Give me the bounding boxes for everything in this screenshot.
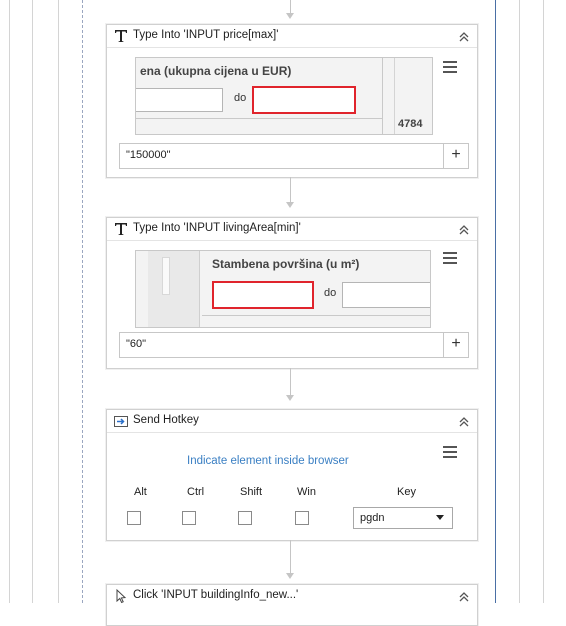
connector-line bbox=[290, 540, 291, 574]
key-select[interactable]: pgdn bbox=[353, 507, 453, 529]
screenshot-highlighted-input bbox=[252, 86, 356, 114]
screenshot-divider bbox=[136, 118, 382, 119]
activity-click-building-info[interactable]: Click 'INPUT buildingInfo_new...' bbox=[106, 584, 478, 626]
options-menu-icon[interactable] bbox=[441, 446, 459, 460]
element-screenshot: ena (ukupna cijena u EUR) do 4784 bbox=[135, 57, 433, 135]
activity-title: Type Into 'INPUT price[max]' bbox=[133, 29, 279, 41]
screenshot-divider bbox=[382, 58, 383, 134]
type-into-icon bbox=[115, 223, 127, 235]
ctrl-label: Ctrl bbox=[187, 486, 205, 498]
collapse-icon[interactable] bbox=[457, 222, 471, 236]
activity-header[interactable]: Type Into 'INPUT livingArea[min]' bbox=[107, 218, 477, 241]
text-value: "60" bbox=[126, 338, 147, 350]
win-checkbox[interactable] bbox=[295, 511, 309, 525]
screenshot-divider bbox=[202, 315, 430, 316]
type-into-icon bbox=[115, 30, 127, 42]
screenshot-side-panel bbox=[148, 251, 200, 327]
collapse-icon[interactable] bbox=[457, 414, 471, 428]
connector-arrow-icon bbox=[286, 573, 294, 579]
add-variable-button[interactable]: + bbox=[443, 333, 468, 357]
screenshot-field-label: ena (ukupna cijena u EUR) bbox=[140, 64, 292, 78]
send-hotkey-icon bbox=[114, 416, 128, 427]
key-label: Key bbox=[397, 486, 416, 498]
connector-arrow-icon bbox=[286, 395, 294, 401]
text-value-field[interactable]: "150000" + bbox=[119, 143, 469, 169]
shift-label: Shift bbox=[240, 486, 263, 498]
canvas-guide-line bbox=[32, 0, 33, 603]
screenshot-max-input bbox=[342, 282, 430, 308]
connector-line bbox=[290, 368, 291, 396]
options-menu-icon[interactable] bbox=[441, 61, 459, 75]
activity-header[interactable]: Type Into 'INPUT price[max]' bbox=[107, 25, 477, 48]
connector-arrow-icon bbox=[286, 13, 294, 19]
screenshot-side-number: 4784 bbox=[398, 118, 423, 130]
shift-checkbox[interactable] bbox=[238, 511, 252, 525]
activity-title: Click 'INPUT buildingInfo_new...' bbox=[133, 589, 299, 601]
connector-arrow-icon bbox=[286, 202, 294, 208]
collapse-icon[interactable] bbox=[457, 29, 471, 43]
alt-checkbox[interactable] bbox=[127, 511, 141, 525]
ctrl-checkbox[interactable] bbox=[182, 511, 196, 525]
canvas-guide-line bbox=[543, 0, 544, 603]
sequence-border-left bbox=[82, 0, 83, 603]
key-select-value: pgdn bbox=[360, 512, 385, 524]
screenshot-highlighted-input bbox=[212, 281, 314, 309]
screenshot-decoration bbox=[162, 257, 170, 295]
sequence-border-right bbox=[495, 0, 496, 603]
add-variable-button[interactable]: + bbox=[443, 144, 468, 168]
screenshot-separator: do bbox=[234, 92, 247, 104]
canvas-guide-line bbox=[519, 0, 520, 603]
activity-title: Type Into 'INPUT livingArea[min]' bbox=[133, 222, 301, 234]
activity-type-into-living-area[interactable]: Type Into 'INPUT livingArea[min]' Stambe… bbox=[106, 217, 478, 369]
screenshot-separator: do bbox=[324, 287, 337, 299]
activity-type-into-price[interactable]: Type Into 'INPUT price[max]' ena (ukupna… bbox=[106, 24, 478, 178]
indicate-element-link[interactable]: Indicate element inside browser bbox=[187, 455, 349, 467]
connector-line bbox=[290, 177, 291, 203]
collapse-icon[interactable] bbox=[457, 589, 471, 603]
chevron-down-icon bbox=[436, 515, 444, 520]
connector-line bbox=[290, 0, 291, 14]
text-value: "150000" bbox=[126, 149, 171, 161]
options-menu-icon[interactable] bbox=[441, 252, 459, 266]
canvas-guide-line bbox=[9, 0, 10, 603]
activity-title: Send Hotkey bbox=[133, 414, 199, 426]
element-screenshot: Stambena površina (u m²) do bbox=[135, 250, 431, 328]
screenshot-divider bbox=[394, 58, 395, 134]
activity-header[interactable]: Send Hotkey bbox=[107, 410, 477, 433]
screenshot-min-input bbox=[136, 88, 223, 112]
mouse-pointer-icon bbox=[116, 588, 127, 604]
canvas-guide-line bbox=[58, 0, 59, 603]
screenshot-field-label: Stambena površina (u m²) bbox=[212, 257, 360, 271]
activity-send-hotkey[interactable]: Send Hotkey Indicate element inside brow… bbox=[106, 409, 478, 541]
alt-label: Alt bbox=[134, 486, 147, 498]
win-label: Win bbox=[297, 486, 316, 498]
text-value-field[interactable]: "60" + bbox=[119, 332, 469, 358]
activity-header[interactable]: Click 'INPUT buildingInfo_new...' bbox=[107, 585, 477, 607]
